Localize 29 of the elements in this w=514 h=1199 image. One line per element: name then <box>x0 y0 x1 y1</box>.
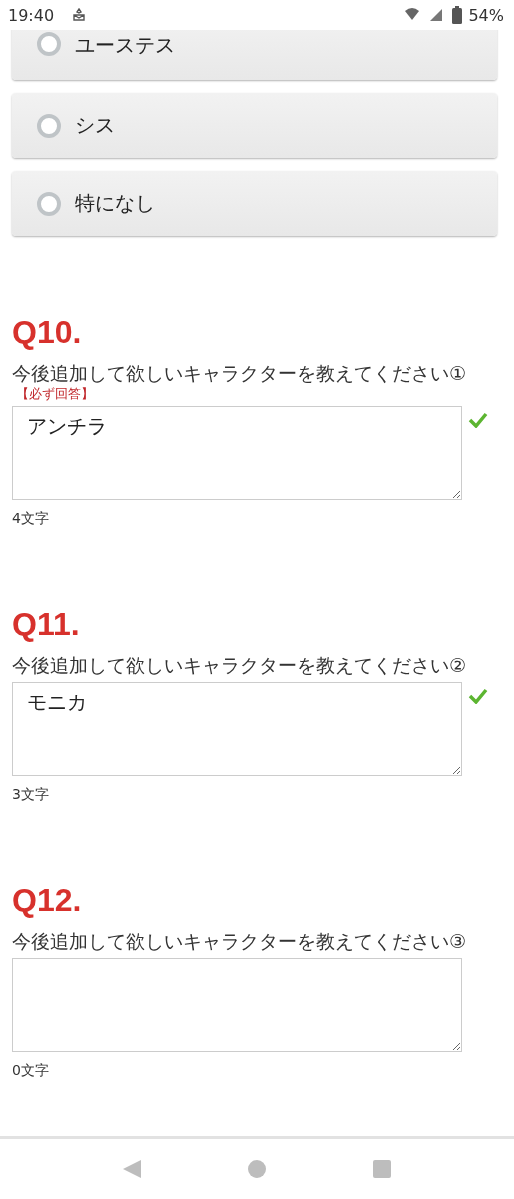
radio-circle[interactable] <box>37 191 61 216</box>
clock-text: 19:40 <box>8 5 55 25</box>
answer-field[interactable]: モニカ <box>12 682 462 776</box>
character-count: 3文字 <box>12 786 50 804</box>
radio-option[interactable]: ユーステス <box>12 30 497 80</box>
battery-text: 54% <box>468 5 504 25</box>
required-note: 【必ず回答】 <box>16 386 95 402</box>
notification-icon <box>72 8 87 22</box>
character-count: 0文字 <box>12 1062 50 1080</box>
option-label: ユーステス <box>75 32 175 59</box>
back-icon[interactable] <box>122 1159 143 1179</box>
battery-icon <box>452 6 463 24</box>
home-icon[interactable] <box>247 1159 267 1179</box>
option-label: シス <box>75 112 115 139</box>
question-number: Q11. <box>12 605 81 644</box>
character-count: 4文字 <box>12 510 50 528</box>
question-text: 今後追加して欲しいキャラクターを教えてください① <box>12 361 468 386</box>
answer-field[interactable] <box>12 958 462 1052</box>
radio-option[interactable]: 特になし <box>12 171 497 236</box>
recents-icon[interactable] <box>371 1159 392 1179</box>
radio-circle[interactable] <box>37 113 61 138</box>
radio-circle[interactable] <box>37 32 61 56</box>
answer-field[interactable]: アンチラ <box>12 406 462 500</box>
question-text: 今後追加して欲しいキャラクターを教えてください② <box>12 653 468 678</box>
question-text: 今後追加して欲しいキャラクターを教えてください③ <box>12 929 468 954</box>
question-number: Q10. <box>12 313 83 352</box>
option-label: 特になし <box>75 190 155 217</box>
question-number: Q12. <box>12 881 83 920</box>
radio-option[interactable]: シス <box>12 93 497 158</box>
